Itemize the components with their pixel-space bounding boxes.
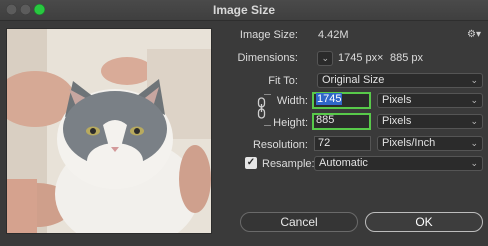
dimensions-times: × [377,52,384,64]
dimensions-label: Dimensions: [237,52,298,64]
dimensions-height: 885 px [390,52,424,64]
fit-to-value: Original Size [322,74,385,86]
resample-label: Resample: [262,158,315,170]
height-unit-select[interactable]: Pixels ⌄ [377,114,483,129]
fit-to-select[interactable]: Original Size ⌄ [317,73,483,88]
chevron-down-icon: ⌄ [470,158,478,168]
resample-method-select[interactable]: Automatic ⌄ [314,156,483,171]
window-title: Image Size [212,3,276,17]
chevron-down-icon: ⌄ [321,53,329,63]
height-unit-value: Pixels [382,115,412,127]
width-input[interactable]: 1745 [312,92,371,109]
resolution-value: 72 [318,137,331,149]
resolution-input[interactable]: 72 [314,136,371,151]
image-size-label: Image Size: [239,29,298,41]
image-preview[interactable] [6,28,212,234]
title-bar: Image Size [0,0,488,21]
fit-to-label: Fit To: [268,75,298,87]
dimensions-units-menu[interactable]: ⌄ [317,51,333,66]
ok-button[interactable]: OK [365,212,483,232]
gear-icon[interactable]: ⚙▾ [467,29,481,40]
width-unit-select[interactable]: Pixels ⌄ [377,93,483,108]
chevron-down-icon: ⌄ [470,75,478,85]
cat-photo [7,29,211,233]
height-label: Height: [273,117,308,129]
height-value: 885 [316,114,335,126]
width-unit-value: Pixels [382,94,412,106]
resolution-unit-select[interactable]: Pixels/Inch ⌄ [377,136,483,151]
resample-method-value: Automatic [319,157,368,169]
resample-checkbox[interactable]: ✓ [245,157,257,169]
dimensions-width: 1745 px [338,52,378,64]
resolution-label: Resolution: [252,139,308,151]
width-label: Width: [276,95,308,107]
resolution-unit-value: Pixels/Inch [382,137,436,149]
image-size-value: 4.42M [318,29,349,41]
chevron-down-icon: ⌄ [470,116,478,126]
cancel-button[interactable]: Cancel [240,212,358,232]
chevron-down-icon: ⌄ [470,95,478,105]
chevron-down-icon: ⌄ [470,138,478,148]
height-input[interactable]: 885 [312,113,371,130]
width-value: 1745 [316,93,343,105]
